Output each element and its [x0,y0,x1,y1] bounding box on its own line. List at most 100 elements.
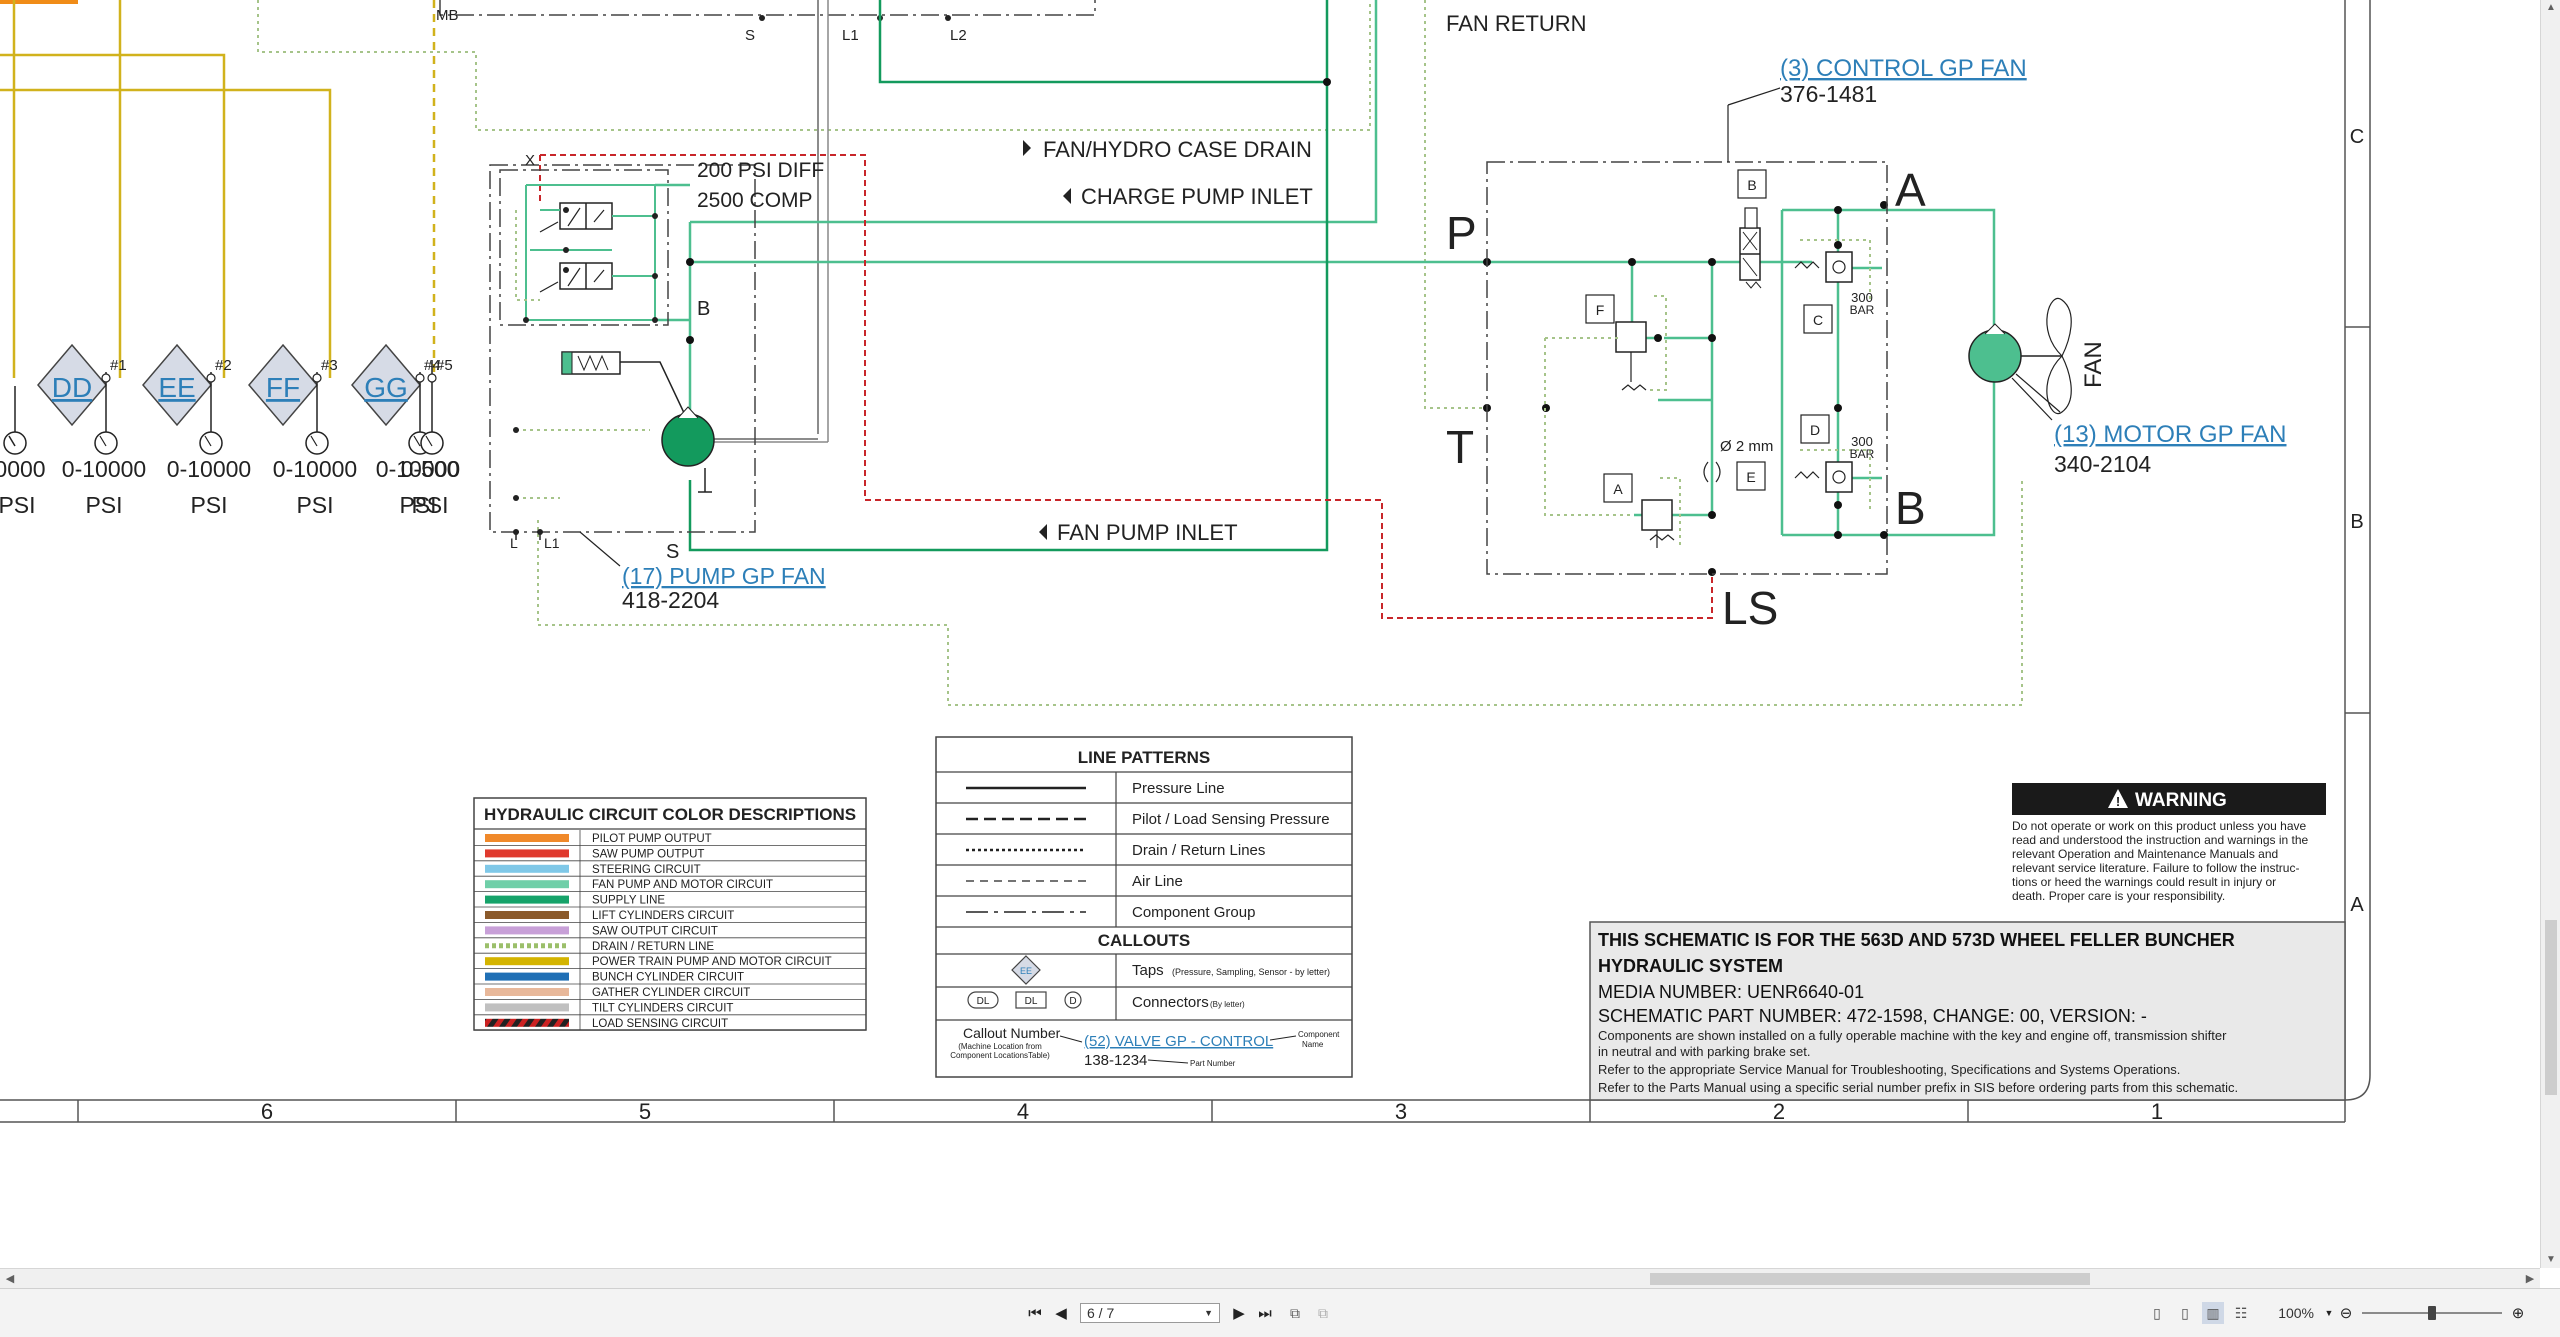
single-page-icon[interactable]: ▯ [2146,1302,2168,1324]
zoom-slider-handle[interactable] [2428,1306,2436,1320]
scroll-right-icon[interactable]: ▶ [2520,1269,2540,1289]
document-viewport[interactable]: C B A 6 5 4 3 2 1 MB S L1 L2 200 PSI DIF… [0,0,2540,1268]
first-page-icon[interactable]: ⏮ [1022,1301,1048,1325]
continuous-facing-icon[interactable]: ☷ [2230,1302,2252,1324]
next-page-icon[interactable]: ▶ [1226,1301,1252,1325]
hydraulic-schematic: C B A 6 5 4 3 2 1 MB S L1 L2 200 PSI DIF… [0,0,2371,1124]
grid-number: 3 [1395,1099,1407,1124]
callout-example-link[interactable]: (52) VALVE GP - CONTROL [1084,1033,1273,1050]
tap-number: #2 [215,357,232,374]
chevron-down-icon: ▼ [1204,1308,1213,1318]
fan-motor: FAN [1968,297,2107,421]
color-legend-label: SUPPLY LINE [592,895,665,907]
vertical-scrollbar[interactable]: ▲ ▼ [2540,0,2560,1268]
facing-page-icon[interactable]: ▥ [2202,1302,2224,1324]
color-legend-label: LIFT CYLINDERS CIRCUIT [592,910,734,922]
svg-text:Pilot / Load Sensing Pressure: Pilot / Load Sensing Pressure [1132,811,1330,828]
svg-text:L2: L2 [950,27,967,44]
title-block: THIS SCHEMATIC IS FOR THE 563D AND 573D … [1589,921,2346,1101]
power-train-lines [0,0,436,378]
svg-text:Do not operate or work on this: Do not operate or work on this product u… [2012,819,2306,833]
svg-text:relevant service literature. F: relevant service literature. Failure to … [2012,861,2299,875]
svg-text:FAN RETURN: FAN RETURN [1446,11,1587,36]
svg-text:(Pressure, Sampling, Sensor -: (Pressure, Sampling, Sensor - by letter) [1172,967,1330,977]
zoom-out-icon[interactable]: ⊖ [2336,1301,2356,1325]
svg-text:SCHEMATIC PART NUMBER: 472-159: SCHEMATIC PART NUMBER: 472-1598, CHANGE:… [1598,1006,2147,1026]
scroll-down-icon[interactable]: ▼ [2541,1252,2560,1268]
horizontal-scrollbar[interactable]: ◀ ▶ [0,1268,2540,1289]
color-legend-label: SAW PUMP OUTPUT [592,848,704,860]
pump-gp-fan-group [489,164,756,567]
view-controls: ▯ ▯ ▥ ☷ 100% ▼ ⊖ ⊕ [2140,1301,2528,1325]
grid-letters: C B A [2350,126,2365,916]
control-gp-fan-link[interactable]: (3) CONTROL GP FAN [1780,55,2027,82]
svg-text:D: D [1810,422,1820,438]
svg-text:tions or heed the warnings cou: tions or heed the warnings could result … [2012,875,2276,889]
svg-text:THIS SCHEMATIC IS FOR THE 563D: THIS SCHEMATIC IS FOR THE 563D AND 573D … [1598,930,2235,950]
svg-text:B: B [1747,177,1756,193]
svg-text:200 PSI DIFF: 200 PSI DIFF [697,159,824,182]
zoom-level[interactable]: 100% [2252,1305,2314,1321]
svg-text:L1: L1 [544,535,560,551]
tap-number: #5 [436,357,453,374]
tap-unit: PSI [411,492,448,518]
previous-page-icon[interactable]: ◀ [1048,1301,1074,1325]
color-legend-label: LOAD SENSING CIRCUIT [592,1018,728,1030]
warning-box: ! WARNING Do not operate or work on this… [2012,783,2326,903]
svg-text:T: T [1446,421,1474,473]
svg-text:CHARGE PUMP INLET: CHARGE PUMP INLET [1081,184,1313,209]
svg-text:read and understood the instru: read and understood the instruction and … [2012,833,2309,847]
svg-text:LS: LS [1722,582,1778,634]
svg-text:Refer to the appropriate Servi: Refer to the appropriate Service Manual … [1598,1062,2180,1077]
last-page-icon[interactable]: ⏭ [1252,1301,1278,1325]
svg-text:Callout Number: Callout Number [963,1025,1061,1041]
vertical-scroll-thumb[interactable] [2545,920,2557,1095]
svg-text:L1: L1 [842,27,859,44]
color-legend: HYDRAULIC CIRCUIT COLOR DESCRIPTIONS PIL… [473,797,867,1031]
tap-range: 0-10000 [273,456,357,482]
svg-text:A: A [1895,164,1926,216]
scroll-up-icon[interactable]: ▲ [2541,0,2560,16]
color-legend-label: SAW OUTPUT CIRCUIT [592,925,718,937]
tap-id-link[interactable]: EE [158,372,195,403]
zoom-in-icon[interactable]: ⊕ [2508,1301,2528,1325]
tap-number: #3 [321,357,338,374]
top-port-labels: MB S L1 L2 [436,7,967,44]
tap-item: DD #1 0-10000 PSI [37,343,146,518]
tap-item: FF #3 0-10000 PSI [248,343,357,518]
page-number-value: 6 / 7 [1087,1305,1115,1321]
line-labels: FAN RETURN FAN/HYDRO CASE DRAIN CHARGE P… [1023,11,1587,545]
page-number-field[interactable]: 6 / 7 ▼ [1080,1303,1220,1323]
grid-number: 5 [639,1099,651,1124]
tap-id-link[interactable]: GG [364,372,408,403]
svg-text:MB: MB [436,7,459,24]
svg-text:death. Proper care is your res: death. Proper care is your responsibilit… [2012,889,2225,903]
svg-text:418-2204: 418-2204 [622,587,719,613]
continuous-page-icon[interactable]: ▯ [2174,1302,2196,1324]
zoom-slider[interactable] [2362,1301,2502,1325]
color-legend-title: HYDRAULIC CIRCUIT COLOR DESCRIPTIONS [484,805,856,824]
svg-text:B: B [1895,482,1926,534]
scroll-left-icon[interactable]: ◀ [0,1269,20,1289]
svg-text:(By letter): (By letter) [1210,1000,1245,1009]
tap-range: 0-10000 [167,456,251,482]
motor-gp-fan-link[interactable]: (13) MOTOR GP FAN [2054,421,2287,448]
grid-letter-a: A [2350,894,2364,916]
svg-text:DL: DL [977,996,990,1007]
horizontal-scroll-thumb[interactable] [1650,1273,2090,1285]
color-legend-label: STEERING CIRCUIT [592,864,701,876]
svg-text:Component: Component [1298,1030,1340,1039]
zoom-dropdown-icon[interactable]: ▼ [2322,1301,2336,1325]
grid-letter-c: C [2350,126,2364,148]
grid-numbers-row: 6 5 4 3 2 1 [77,1099,2163,1124]
two-page-view-icon[interactable]: ⧉ [1284,1302,1306,1324]
pump-gp-fan-link[interactable]: (17) PUMP GP FAN [622,563,826,589]
tap-id-link[interactable]: DD [52,372,92,403]
svg-text:DL: DL [1025,996,1038,1007]
continuous-view-icon[interactable]: ⧉ [1312,1302,1334,1324]
svg-text:BAR: BAR [1850,303,1875,317]
line-patterns-legend: Pressure Line Pilot / Load Sensing Press… [935,736,1353,1078]
tap-id-link[interactable]: FF [266,372,300,403]
color-legend-label: POWER TRAIN PUMP AND MOTOR CIRCUIT [592,956,832,968]
svg-text:0000: 0000 [0,456,46,482]
